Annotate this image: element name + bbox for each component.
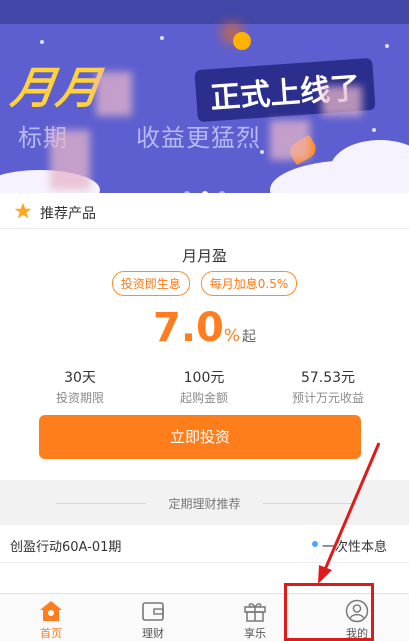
annotation-arrow [318,442,381,584]
annotation-highlight-box [284,583,374,641]
app-screen: 月月 正式上线了 标期 收益更猛烈 推荐产品 月月盈 投资即生息 每月加息0.5… [0,0,409,641]
